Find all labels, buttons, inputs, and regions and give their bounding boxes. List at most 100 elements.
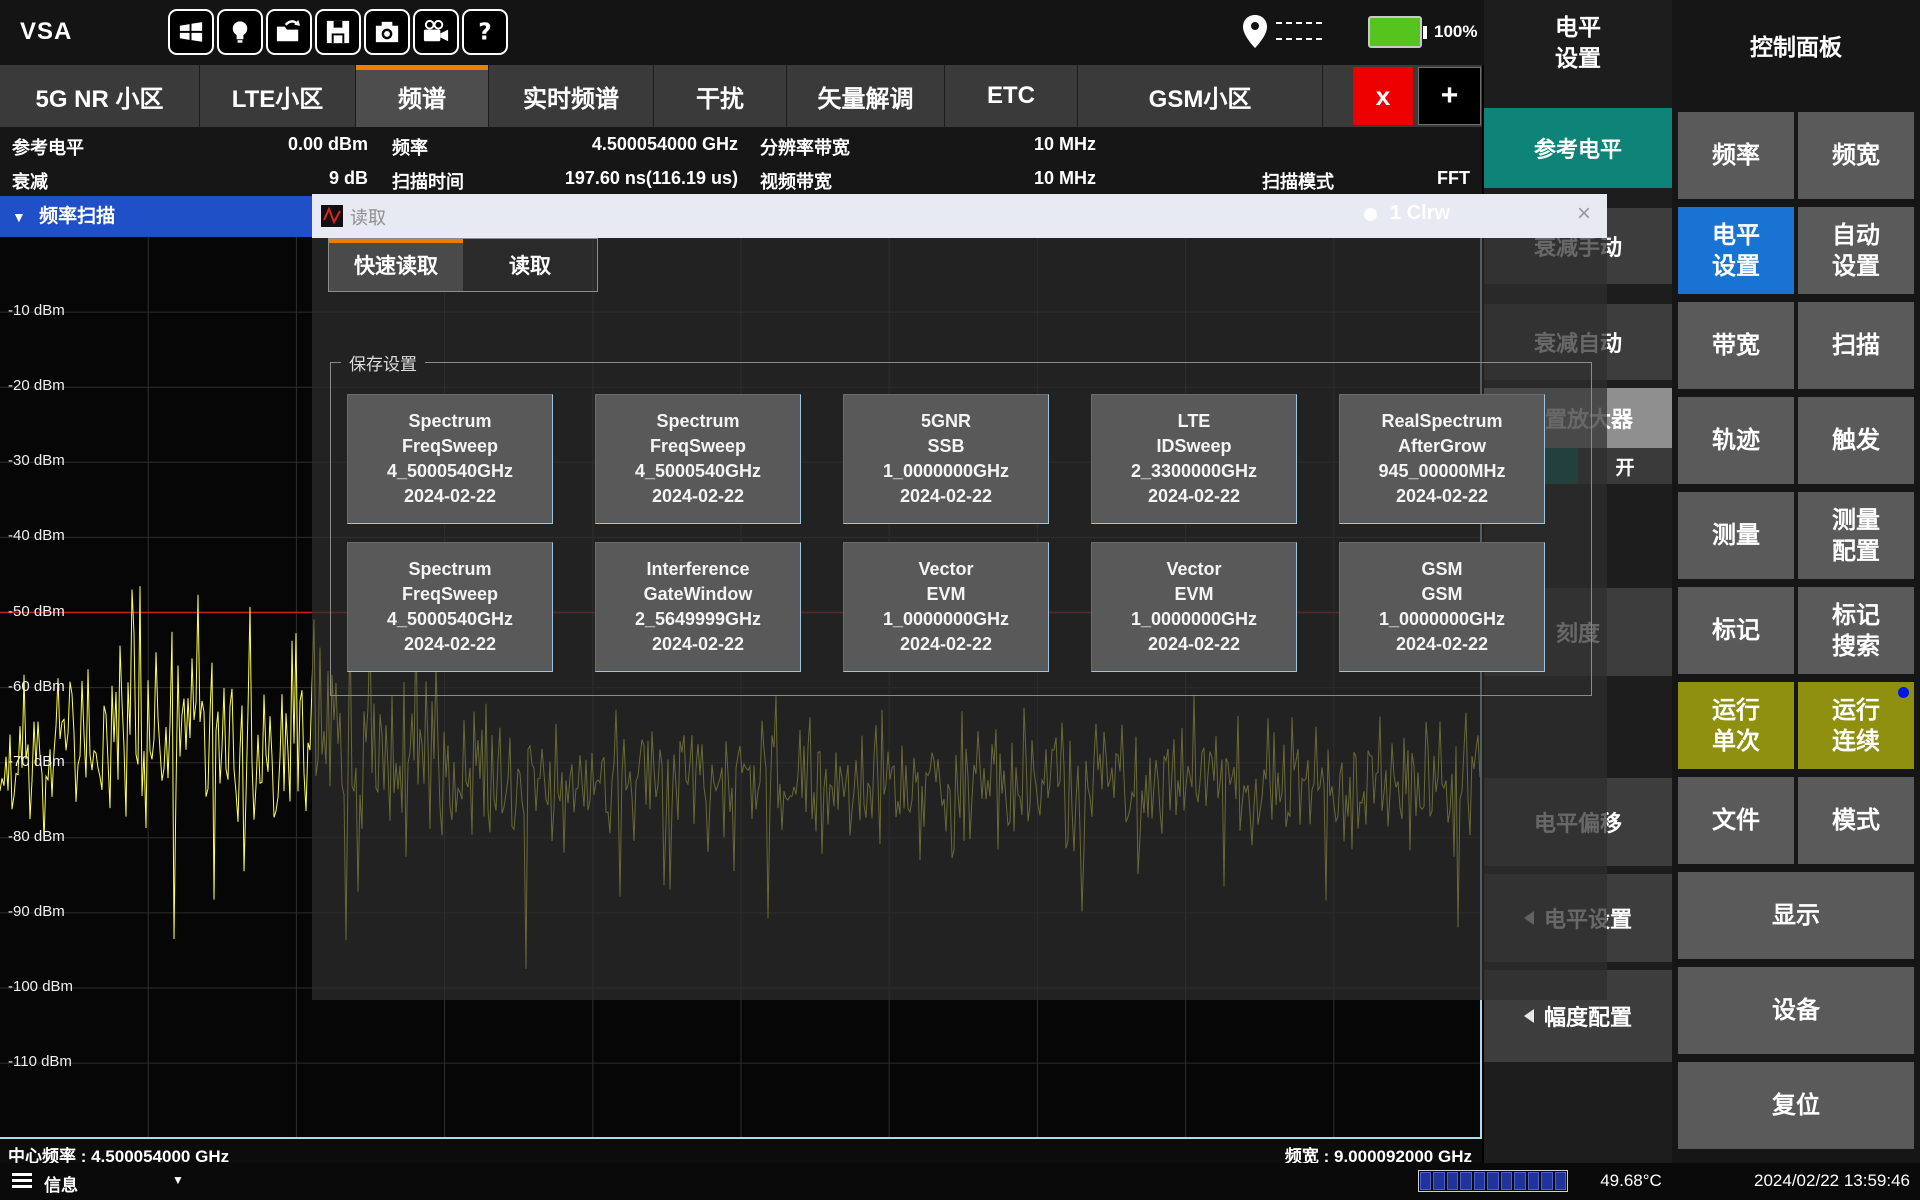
windows-icon[interactable] (168, 9, 214, 55)
toolbar: ? (168, 9, 508, 55)
tab-etc[interactable]: ETC (945, 65, 1078, 127)
y-axis-label: -10 dBm (8, 302, 65, 319)
record-icon[interactable] (413, 9, 459, 55)
preset-gsm-gsm[interactable]: GSMGSM 1_0000000GHz2024-02-22 (1339, 542, 1545, 672)
battery-percent: 100% (1434, 22, 1477, 42)
folder-open-icon[interactable] (266, 9, 312, 55)
sweep-mode-label: 扫描模式 (1262, 168, 1334, 194)
y-axis-label: -110 dBm (8, 1053, 72, 1070)
file-button[interactable]: 文件 (1678, 777, 1794, 864)
ref-level-value[interactable]: 0.00 dBm (218, 134, 368, 155)
sweep-time-value[interactable]: 197.60 ns(116.19 us) (508, 168, 738, 189)
sweep-mode-value[interactable]: FFT (1390, 168, 1470, 189)
trace-button[interactable]: 轨迹 (1678, 397, 1794, 484)
tab-quick-read[interactable]: 快速读取 (329, 239, 463, 291)
temperature-readout: 49.68°C (1586, 1171, 1676, 1191)
dialog-title: 读取 (350, 204, 386, 230)
tab-interference[interactable]: 干扰 (654, 65, 787, 127)
tab-read[interactable]: 读取 (463, 239, 597, 291)
y-axis-label: -20 dBm (8, 377, 65, 394)
marker-search-button[interactable]: 标记 搜索 (1798, 587, 1914, 674)
preset-5gnr-ssb[interactable]: 5GNRSSB 1_0000000GHz2024-02-22 (843, 394, 1049, 524)
location-pin-icon (1242, 14, 1268, 55)
y-axis-label: -90 dBm (8, 903, 65, 920)
system-taskbar: 信息 ▼ 49.68°C 2024/02/22 13:59:46 (0, 1163, 1920, 1200)
save-icon[interactable] (315, 9, 361, 55)
running-indicator-dot (1898, 687, 1909, 698)
measurement-tab-bar: 5G NR 小区 LTE小区 频谱 实时频谱 干扰 矢量解调 ETC GSM小区… (0, 65, 1482, 127)
help-icon[interactable]: ? (462, 9, 508, 55)
sweep-button[interactable]: 扫描 (1798, 302, 1914, 389)
tab-gsm-cell[interactable]: GSM小区 (1078, 65, 1323, 127)
saved-settings-label: 保存设置 (341, 350, 425, 375)
tab-vector-demod[interactable]: 矢量解调 (787, 65, 945, 127)
rbw-value[interactable]: 10 MHz (996, 134, 1096, 155)
preset-lte-idsweep[interactable]: LTEIDSweep 2_3300000GHz2024-02-22 (1091, 394, 1297, 524)
location-status-dashes (1276, 22, 1322, 40)
trigger-button[interactable]: 触发 (1798, 397, 1914, 484)
sweep-panel-title: 频率扫描 (39, 206, 115, 227)
device-button[interactable]: 设备 (1678, 967, 1914, 1054)
auto-settings-button[interactable]: 自动 设置 (1798, 207, 1914, 294)
sweep-time-label: 扫描时间 (392, 168, 464, 194)
reset-button[interactable]: 复位 (1678, 1062, 1914, 1149)
mode-button[interactable]: 模式 (1798, 777, 1914, 864)
vsa-application-window: VSA (0, 0, 1920, 1200)
submenu-back-icon (1524, 1009, 1534, 1023)
bulb-icon[interactable] (217, 9, 263, 55)
attenuation-value[interactable]: 9 dB (218, 168, 368, 189)
y-axis-label: -60 dBm (8, 678, 65, 695)
frequency-value[interactable]: 4.500054000 GHz (528, 134, 738, 155)
vbw-value[interactable]: 10 MHz (996, 168, 1096, 189)
frequency-button[interactable]: 频率 (1678, 112, 1794, 199)
chevron-down-icon[interactable]: ▼ (172, 1173, 184, 1187)
svg-text:?: ? (478, 18, 491, 45)
battery-icon (1368, 16, 1422, 48)
measure-config-button[interactable]: 测量 配置 (1798, 492, 1914, 579)
run-single-button[interactable]: 运行 单次 (1678, 682, 1794, 769)
preset-spectrum-freqsweep-1[interactable]: SpectrumFreqSweep 4_5000540GHz2024-02-22 (347, 394, 553, 524)
ref-level-label: 参考电平 (12, 134, 84, 160)
y-axis-label: -100 dBm (8, 978, 73, 995)
preset-vector-evm-1[interactable]: VectorEVM 1_0000000GHz2024-02-22 (843, 542, 1049, 672)
dialog-tab-strip: 快速读取 读取 (328, 238, 598, 292)
collapse-icon[interactable]: ▼ (12, 209, 26, 225)
span-button[interactable]: 频宽 (1798, 112, 1914, 199)
screenshot-icon[interactable] (364, 9, 410, 55)
close-icon[interactable]: × (1577, 200, 1591, 228)
y-axis-label: -40 dBm (8, 527, 65, 544)
close-tab-button[interactable]: x (1353, 67, 1413, 125)
tab-realtime-spectrum[interactable]: 实时频谱 (489, 65, 654, 127)
ref-level-button[interactable]: 参考电平 (1484, 108, 1672, 188)
y-axis-label: -50 dBm (8, 603, 65, 620)
freq-span-status-bar: 中心频率 : 4.500054000 GHz 频宽 : 9.000092000 … (0, 1139, 1482, 1163)
preset-vector-evm-2[interactable]: VectorEVM 1_0000000GHz2024-02-22 (1091, 542, 1297, 672)
attenuation-label: 衰减 (12, 168, 48, 194)
tab-spectrum[interactable]: 频谱 (356, 65, 489, 127)
add-tab-button[interactable]: + (1418, 67, 1481, 125)
info-list-icon (12, 1172, 32, 1195)
measure-button[interactable]: 测量 (1678, 492, 1794, 579)
preset-spectrum-freqsweep-2[interactable]: SpectrumFreqSweep 4_5000540GHz2024-02-22 (595, 394, 801, 524)
preset-interference-gatewindow[interactable]: InterferenceGateWindow 2_5649999GHz2024-… (595, 542, 801, 672)
trace-legend: 1 Clrw (1390, 202, 1450, 225)
preset-spectrum-freqsweep-3[interactable]: SpectrumFreqSweep 4_5000540GHz2024-02-22 (347, 542, 553, 672)
y-axis-label: -30 dBm (8, 452, 65, 469)
run-continuous-button[interactable]: 运行 连续 (1798, 682, 1914, 769)
display-button[interactable]: 显示 (1678, 872, 1914, 959)
preset-realspectrum-aftergrow[interactable]: RealSpectrumAfterGrow 945_00000MHz2024-0… (1339, 394, 1545, 524)
y-axis-label: -70 dBm (8, 753, 65, 770)
dialog-title-bar[interactable]: 读取 1 Clrw × (312, 194, 1607, 238)
level-settings-button[interactable]: 电平 设置 (1678, 207, 1794, 294)
tab-lte-cell[interactable]: LTE小区 (200, 65, 356, 127)
bandwidth-button[interactable]: 带宽 (1678, 302, 1794, 389)
info-dropdown[interactable]: 信息 (44, 1171, 78, 1196)
progress-segments (1418, 1170, 1568, 1192)
read-dialog: 读取 1 Clrw × 快速读取 读取 保存设置 SpectrumFreqSwe… (312, 194, 1607, 1000)
tab-5gnr-cell[interactable]: 5G NR 小区 (0, 65, 200, 127)
marker-button[interactable]: 标记 (1678, 587, 1794, 674)
vbw-label: 视频带宽 (760, 168, 832, 194)
submenu-header: 电平 设置 (1484, 12, 1672, 74)
y-axis-label: -80 dBm (8, 828, 65, 845)
dialog-body: 快速读取 读取 保存设置 SpectrumFreqSweep 4_5000540… (312, 238, 1607, 1000)
